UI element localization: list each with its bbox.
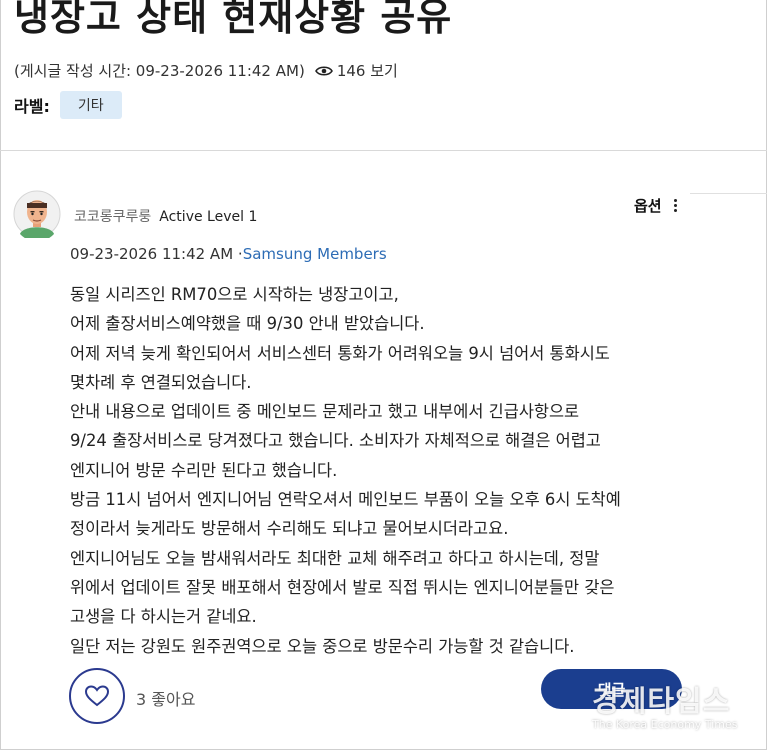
label-tag[interactable]: 기타 bbox=[59, 91, 122, 119]
body-line: 동일 시리즈인 RM70으로 시작하는 냉장고이고, bbox=[70, 285, 399, 304]
author-level: Active Level 1 bbox=[159, 209, 258, 225]
options-menu[interactable]: 옵션 bbox=[634, 195, 677, 216]
source-link[interactable]: Samsung Members bbox=[243, 245, 387, 263]
options-label[interactable]: 옵션 bbox=[634, 195, 662, 216]
body-line: 엔지니어 방문 수리만 된다고 했습니다. bbox=[70, 460, 338, 480]
like-button[interactable] bbox=[69, 668, 125, 724]
kebab-menu-icon[interactable] bbox=[673, 199, 677, 212]
body-line: 일단 저는 강원도 원주권역으로 오늘 중으로 방문수리 가능할 것 같습니다. bbox=[70, 636, 575, 656]
body-line: 몇차례 후 연결되었습니다. bbox=[70, 372, 252, 392]
body-line: 어제 출장서비스예약했을 때 9/30 안내 받았습니다. bbox=[70, 314, 425, 334]
body-line: 어제 저녁 늦게 확인되어서 서비스센터 통화가 어려워오늘 9시 넘어서 통화… bbox=[70, 343, 610, 363]
view-count-text: 146 보기 bbox=[336, 62, 398, 80]
heart-icon bbox=[84, 685, 110, 707]
watermark-subtitle: The Korea Economy Times bbox=[592, 718, 738, 731]
body-line: 방금 11시 넘어서 엔지니어님 연락오셔서 메인보드 부품이 오늘 오후 6시… bbox=[70, 490, 621, 510]
body-line: 엔지니어님도 오늘 밤새워서라도 최대한 교체 해주려고 하다고 하시는데, 정… bbox=[70, 548, 600, 568]
author-info: 코코롱쿠루룽 Active Level 1 bbox=[74, 206, 257, 226]
body-line: 고생을 다 하시는거 같네요. bbox=[70, 607, 257, 627]
post-title: 냉장고 상태 현재상황 공유 bbox=[14, 0, 453, 39]
post-meta: (게시글 작성 시간: 09-23-2026 11:42 AM) 146 보기 bbox=[14, 60, 398, 81]
options-divider bbox=[690, 193, 767, 194]
label-row: 라벨: 기타 bbox=[14, 91, 122, 119]
eye-icon bbox=[314, 65, 333, 76]
label-title: 라벨: bbox=[14, 97, 50, 116]
author-name[interactable]: 코코롱쿠루룽 bbox=[74, 209, 151, 225]
reply-date-line: 09-23-2026 11:42 AM ·Samsung Members bbox=[70, 245, 387, 263]
section-divider bbox=[0, 150, 767, 151]
view-count: 146 보기 bbox=[314, 60, 398, 81]
body-line: 위에서 업데이트 잘못 배포해서 현장에서 발로 직접 뛰시는 엔지니어분들만 … bbox=[70, 577, 615, 597]
reply-body: 동일 시리즈인 RM70으로 시작하는 냉장고이고, 어제 출장서비스예약했을 … bbox=[70, 280, 710, 661]
body-line: 정이라서 늦게라도 방문해서 수리해도 되냐고 물어보시더라고요. bbox=[70, 519, 509, 539]
watermark: 경제타임스 The Korea Economy Times bbox=[592, 678, 737, 731]
user-avatar[interactable] bbox=[13, 190, 61, 238]
post-written-time: (게시글 작성 시간: 09-23-2026 11:42 AM) bbox=[14, 62, 305, 80]
watermark-logo: 경제타임스 bbox=[592, 684, 731, 718]
like-count: 3 좋아요 bbox=[136, 690, 196, 709]
body-line: 안내 내용으로 업데이트 중 메인보드 문제라고 했고 내부에서 긴급사항으로 bbox=[70, 402, 580, 422]
body-line: 9/24 출장서비스로 당겨졌다고 했습니다. 소비자가 자체적으로 해결은 어… bbox=[70, 431, 601, 451]
reply-date: 09-23-2026 11:42 AM bbox=[70, 245, 234, 263]
